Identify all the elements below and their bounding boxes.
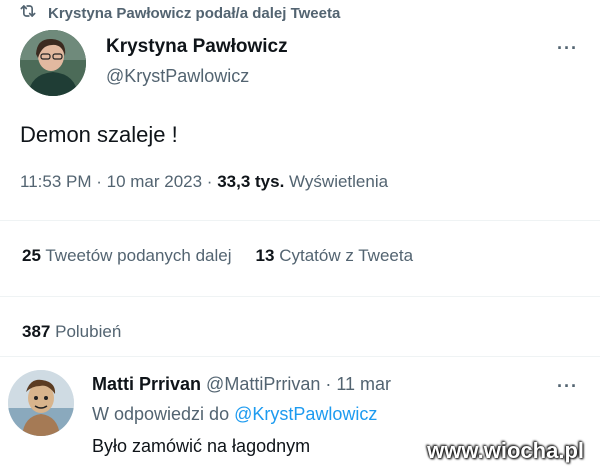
retweets-label: Tweetów podanych dalej [45, 246, 232, 265]
tweet-author: Krystyna Pawłowicz @KrystPawlowicz ··· [20, 30, 580, 100]
retweets-count: 25 [22, 246, 41, 265]
retweets-stat[interactable]: 25 Tweetów podanych dalej [22, 246, 232, 265]
divider [0, 296, 600, 297]
meta-separator: · [202, 172, 218, 191]
divider [0, 356, 600, 357]
more-icon[interactable]: ··· [557, 38, 578, 59]
more-icon[interactable]: ··· [557, 376, 578, 397]
likes-count: 387 [22, 322, 51, 341]
reply-author-handle[interactable]: @MattiPrrivan [206, 374, 320, 394]
quotes-label: Cytatów z Tweeta [279, 246, 414, 265]
reply-header: Matti Prrivan @MattiPrrivan · 11 mar [92, 374, 391, 395]
views-count: 33,3 tys. [217, 172, 285, 191]
reply-date[interactable]: 11 mar [336, 374, 391, 394]
avatar[interactable] [20, 30, 86, 96]
likes-label: Polubień [55, 322, 122, 341]
tweet-time[interactable]: 11:53 PM [20, 172, 92, 191]
retweet-icon [18, 1, 38, 25]
engagement-stats: 25 Tweetów podanych dalej 13 Cytatów z Tw… [22, 246, 413, 266]
tweet-text: Demon szaleje ! [20, 122, 178, 147]
reply-text: Było zamówić na łagodnym [92, 436, 311, 456]
quotes-stat[interactable]: 13 Cytatów z Tweeta [256, 246, 414, 265]
replying-to-label: W odpowiedzi do [92, 404, 230, 424]
replying-to: W odpowiedzi do @KrystPawlowicz [92, 404, 377, 425]
author-name[interactable]: Krystyna Pawłowicz [106, 36, 288, 58]
watermark: www.wiocha.pl [427, 438, 584, 463]
meta-separator: · [320, 374, 337, 394]
meta-separator: · [91, 172, 107, 191]
retweet-context-label: Krystyna Pawłowicz podał/a dalej Tweeta [48, 4, 341, 22]
author-handle[interactable]: @KrystPawlowicz [106, 66, 249, 87]
divider [0, 220, 600, 221]
reply-author-name[interactable]: Matti Prrivan [92, 374, 201, 394]
reply-avatar[interactable] [8, 370, 74, 436]
likes-stat[interactable]: 387 Polubień [22, 322, 121, 342]
tweet-meta: 11:53 PM · 10 mar 2023 · 33,3 tys. Wyświ… [20, 172, 388, 192]
tweet-date[interactable]: 10 mar 2023 [107, 172, 202, 191]
views-label: Wyświetlenia [289, 172, 389, 191]
mention-link[interactable]: @KrystPawlowicz [234, 404, 377, 424]
retweet-context[interactable]: Krystyna Pawłowicz podał/a dalej Tweeta [18, 2, 340, 24]
quotes-count: 13 [255, 246, 275, 265]
